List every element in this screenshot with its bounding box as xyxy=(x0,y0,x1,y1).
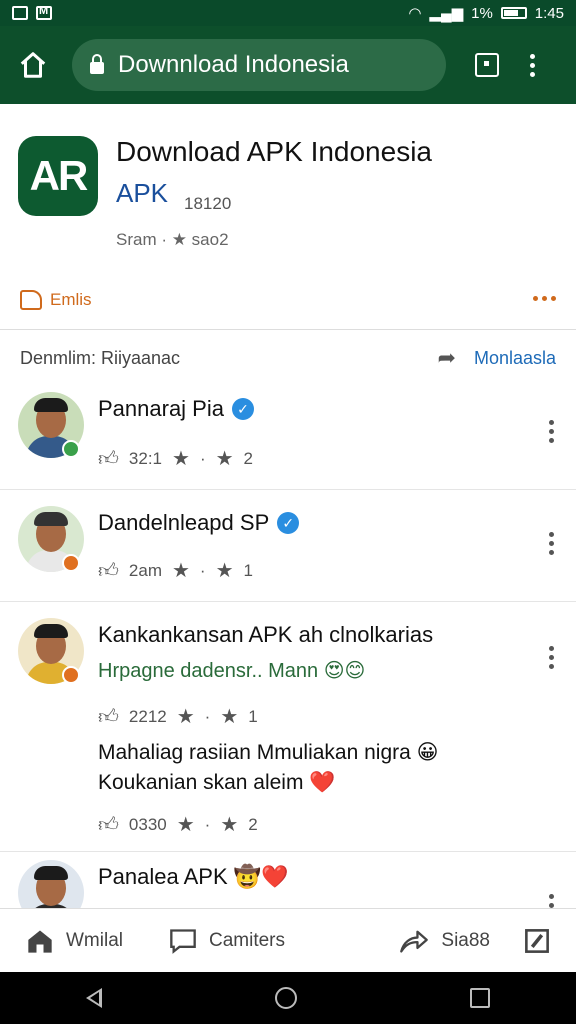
wifi-icon: ◠ xyxy=(408,5,422,22)
nav-comments-label: Camiters xyxy=(209,929,286,951)
star-icon: ★ xyxy=(220,706,239,728)
comment-stats: 👍︎ 2212 ★ · ★ 1 xyxy=(98,704,258,729)
comment-stats: 👍︎ 0330 ★ · ★ 2 xyxy=(98,812,258,837)
comment-item: Kankankansan APK ah clnolkarias Hrpagne … xyxy=(0,602,576,852)
app-more-button[interactable] xyxy=(533,296,556,301)
status-bar: ◠ ▂▄▆ 1% 1:45 xyxy=(0,0,576,26)
battery-icon xyxy=(500,7,527,19)
bookmark-icon xyxy=(525,928,549,953)
comment-item: Dandelnleapd SP ✓ 👍︎ 2am ★ · ★ 1 xyxy=(0,490,576,602)
share-icon xyxy=(400,930,429,953)
comment-stats: 👍︎ 32:1 ★ · ★ 2 xyxy=(98,446,254,471)
comment-subline: Hrpagne dadensr.. Mann 😍😊 xyxy=(98,660,366,682)
clock: 1:45 xyxy=(534,4,564,22)
share-label: Monlaasla xyxy=(473,347,556,368)
share-arrow-icon: ➦ xyxy=(437,345,456,370)
battery-percent: 1% xyxy=(471,4,493,22)
bottom-nav: Wmilal Camiters Sia88 xyxy=(0,908,576,972)
system-nav-bar xyxy=(0,972,576,1024)
home-icon xyxy=(28,930,52,953)
badge-icon xyxy=(62,554,80,572)
comment-author: Kankankansan APK ah clnolkarias xyxy=(98,622,434,647)
avatar[interactable] xyxy=(18,860,84,908)
app-logo: AR xyxy=(18,136,98,216)
share-button[interactable]: ➦ Monlaasla xyxy=(438,345,556,371)
notification-icon xyxy=(12,6,28,20)
comment-author: Panalea APK 🤠❤️ xyxy=(98,864,289,889)
comment-author: Dandelnleapd SP ✓ xyxy=(98,510,300,536)
star-icon: ★ xyxy=(215,560,234,582)
nav-home-label: Wmilal xyxy=(66,929,123,951)
gmail-icon xyxy=(36,5,52,20)
app-title: Download APK Indonesia xyxy=(116,136,432,167)
nav-share-label: Sia88 xyxy=(441,929,490,951)
tabs-icon xyxy=(475,53,499,77)
nav-save[interactable] xyxy=(524,928,550,954)
more-vert-icon xyxy=(549,646,554,651)
signal-icon: ▂▄▆ xyxy=(429,5,464,22)
nav-home[interactable]: Wmilal xyxy=(26,928,123,954)
comment-stats: 👍︎ 2am ★ · ★ 1 xyxy=(98,558,253,583)
tag-label: Emlis xyxy=(50,290,92,309)
star-icon: ★ xyxy=(215,448,234,470)
browser-toolbar: Downnload Indonesia xyxy=(0,26,576,104)
comment-item: Panalea APK 🤠❤️ xyxy=(0,852,576,908)
comments-header: Denmlim: Riiyaanac ➦ Monlaasla xyxy=(0,340,576,376)
like-icon[interactable]: 👍︎ xyxy=(98,813,119,837)
comments-header-label: Denmlim: Riiyaanac xyxy=(20,347,181,368)
app-count: 18120 xyxy=(184,194,232,213)
more-horiz-icon xyxy=(533,296,538,301)
like-icon[interactable]: 👍︎ xyxy=(98,447,119,471)
tabs-button[interactable] xyxy=(470,48,504,82)
star-icon[interactable]: ★ xyxy=(172,558,190,583)
comment-menu-button[interactable] xyxy=(549,532,554,555)
more-vert-icon xyxy=(549,532,554,537)
tag-icon xyxy=(20,290,42,310)
verified-icon: ✓ xyxy=(231,398,254,420)
comment-menu-button[interactable] xyxy=(549,420,554,443)
more-vert-icon xyxy=(530,53,535,59)
comment-icon xyxy=(170,928,196,954)
online-badge-icon xyxy=(62,440,80,458)
like-icon[interactable]: 👍︎ xyxy=(98,559,119,583)
comment-author: Pannaraj Pia ✓ xyxy=(98,396,254,422)
home-button[interactable] xyxy=(16,48,50,82)
star-icon[interactable]: ★ xyxy=(177,704,195,729)
comment-menu-button[interactable] xyxy=(549,646,554,669)
comment-item: Pannaraj Pia ✓ 👍︎ 32:1 ★ · ★ 2 xyxy=(0,378,576,490)
app-header: AR Download APK Indonesia APK 18120 Sram… xyxy=(0,104,576,330)
star-icon: ★ xyxy=(220,814,239,836)
more-vert-icon xyxy=(549,894,554,899)
home-circle-icon[interactable] xyxy=(274,987,297,1009)
lock-icon xyxy=(90,54,104,74)
app-subtitle: APK xyxy=(116,178,169,208)
url-text: Downnload Indonesia xyxy=(118,51,349,78)
home-icon xyxy=(20,52,46,78)
browser-menu-button[interactable] xyxy=(530,53,535,77)
star-icon[interactable]: ★ xyxy=(172,446,190,471)
nav-comments[interactable]: Camiters xyxy=(169,928,285,954)
verified-icon: ✓ xyxy=(277,512,300,534)
like-icon[interactable]: 👍︎ xyxy=(98,705,119,729)
comment-text: Mahaliag rasiian Mmuliakan nigra 😀 Kouka… xyxy=(98,741,439,794)
url-bar[interactable]: Downnload Indonesia xyxy=(72,39,446,91)
tag-link[interactable]: Emlis xyxy=(20,290,92,310)
nav-share[interactable]: Sia88 xyxy=(399,928,490,954)
back-icon[interactable] xyxy=(86,988,103,1008)
app-meta: Sram · ★ sao2 xyxy=(116,230,229,249)
more-vert-icon xyxy=(549,420,554,425)
star-icon[interactable]: ★ xyxy=(177,812,195,837)
comment-menu-button[interactable] xyxy=(549,894,554,908)
badge-icon xyxy=(62,666,80,684)
recent-apps-icon[interactable] xyxy=(469,988,490,1008)
